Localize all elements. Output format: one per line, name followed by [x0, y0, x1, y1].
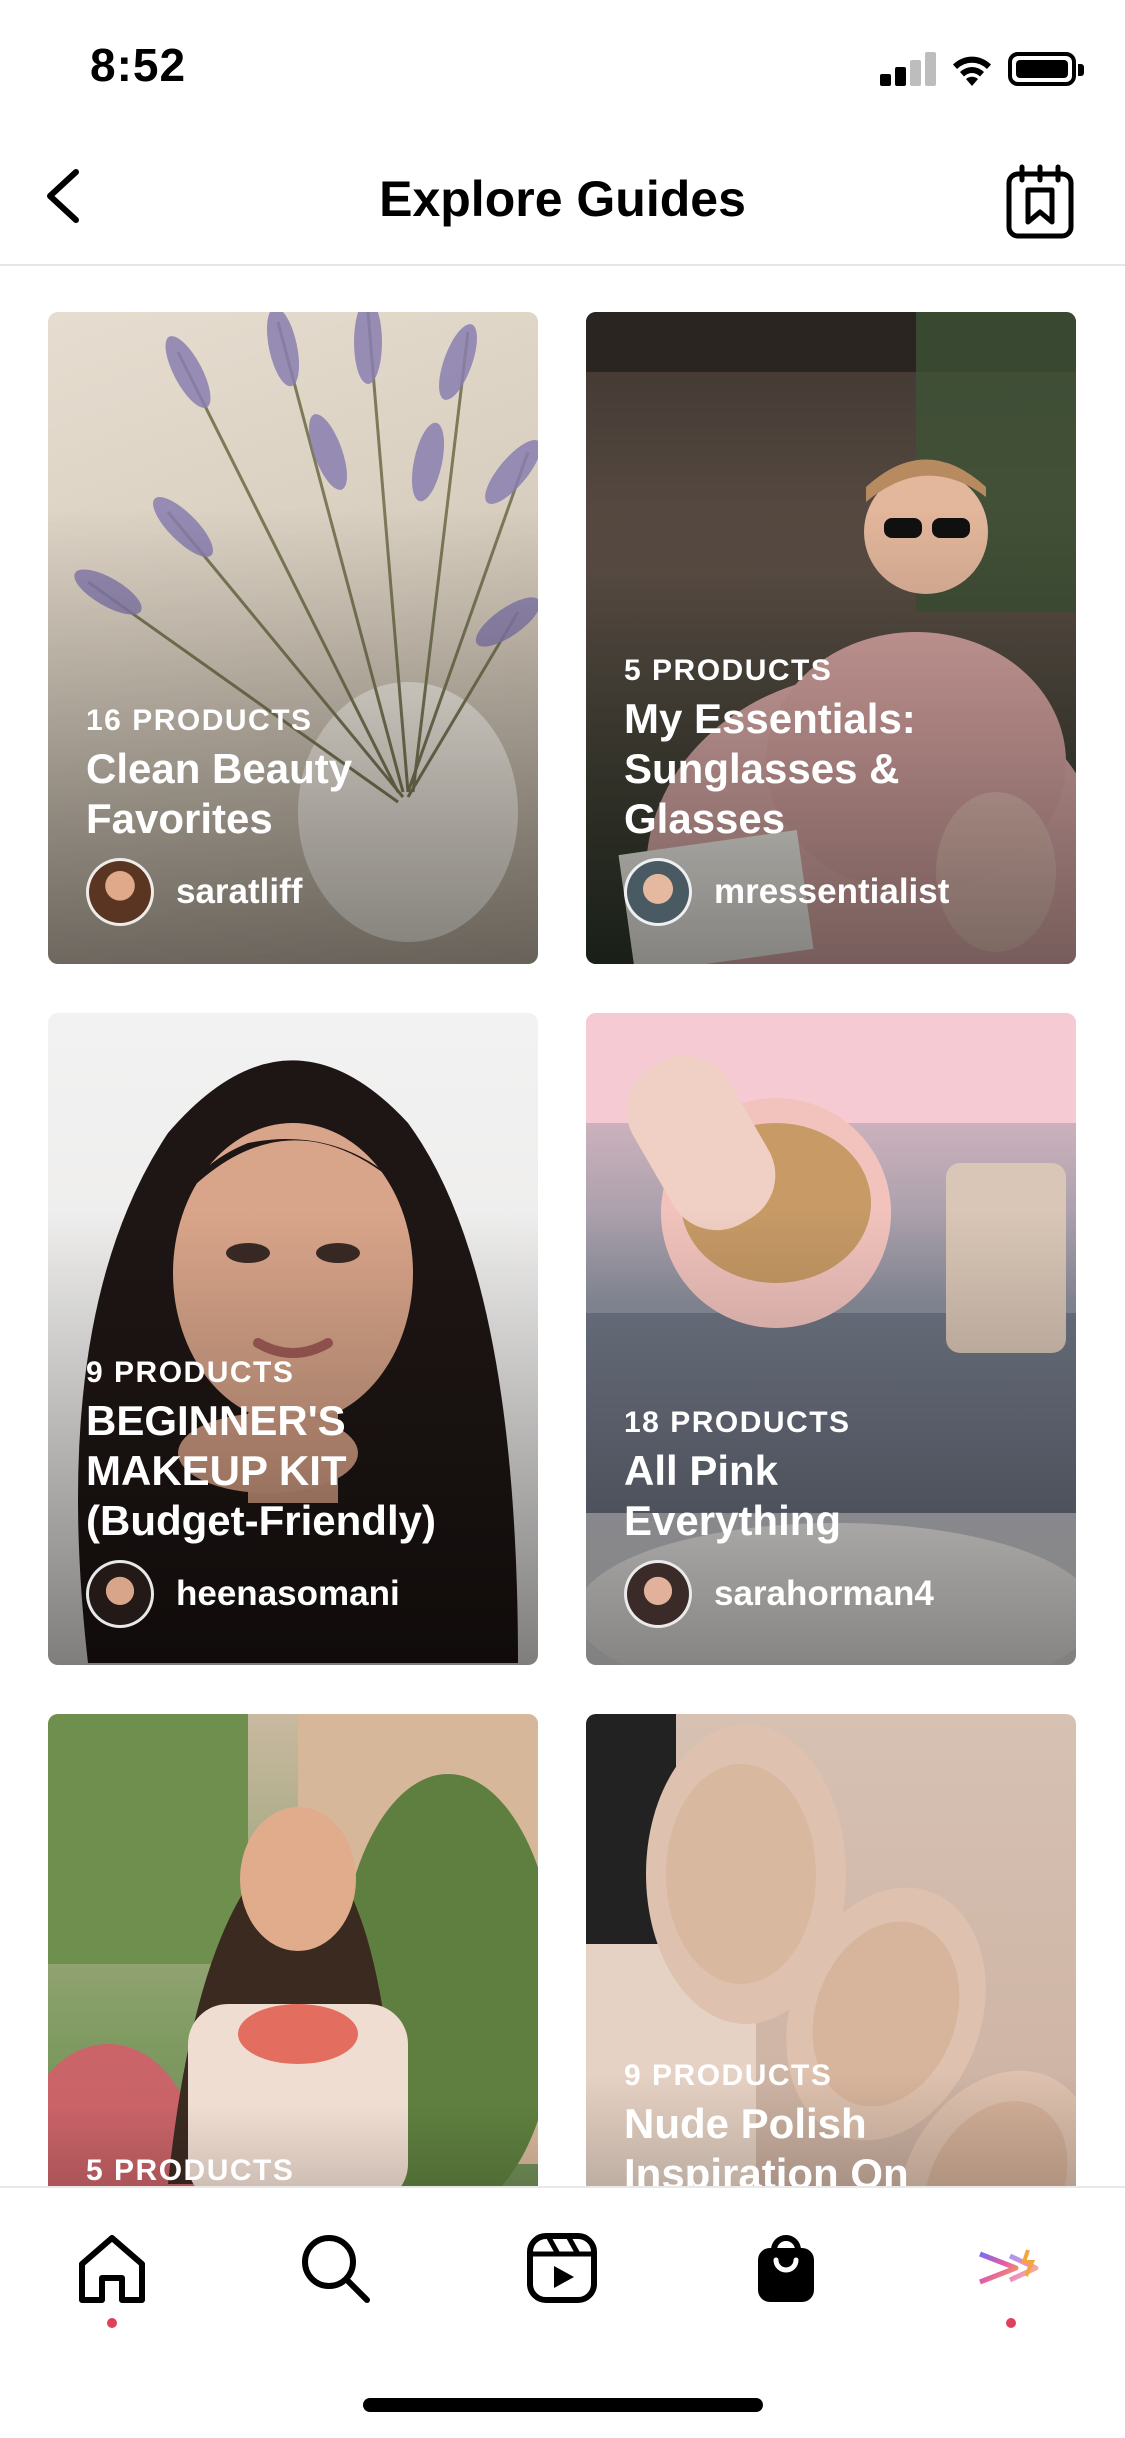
home-notification-dot [107, 2318, 117, 2328]
guide-card-my-essentials[interactable]: 5 PRODUCTS My Essentials: Sunglasses & Gla… [586, 312, 1076, 964]
author-username: sarahorman4 [714, 1574, 934, 1613]
avatar [86, 1560, 154, 1628]
avatar [624, 1560, 692, 1628]
guide-card-all-pink[interactable]: 18 PRODUCTS All Pink Everything sarahorma… [586, 1013, 1076, 1665]
product-count: 9 PRODUCTS [86, 1356, 295, 1389]
product-count: 16 PRODUCTS [86, 704, 313, 737]
guide-title: My Essentials: Sunglasses & Glasses [624, 695, 916, 842]
avatar [86, 858, 154, 926]
guide-title: Clean Beauty Favorites [86, 745, 353, 842]
search-icon[interactable] [295, 2228, 375, 2308]
author-username: saratliff [176, 872, 303, 911]
guide-card-beginners-makeup[interactable]: 9 PRODUCTS BEGINNER'S MAKEUP KIT (Budget-F… [48, 1013, 538, 1665]
status-time: 8:52 [90, 39, 187, 91]
author-username: mressentialist [714, 872, 950, 911]
activity-icon[interactable] [970, 2228, 1050, 2308]
product-count: 18 PRODUCTS [624, 1406, 851, 1439]
status-bar: 8:52 [0, 0, 1125, 140]
battery-icon [1008, 52, 1084, 86]
home-indicator [363, 2398, 763, 2412]
nav-header: Explore Guides [0, 140, 1125, 266]
guide-card-clean-beauty[interactable]: 16 PRODUCTS Clean Beauty Favorites saratl… [48, 312, 538, 964]
guide-title: Nude Polish Inspiration On [624, 2100, 909, 2197]
guide-author[interactable]: saratliff [86, 858, 302, 926]
activity-notification-dot [1006, 2318, 1016, 2328]
author-username: heenasomani [176, 1574, 400, 1613]
guide-title: All Pink Everything [624, 1447, 842, 1544]
avatar [624, 858, 692, 926]
cellular-signal-icon [880, 52, 936, 86]
guide-title: BEGINNER'S MAKEUP KIT (Budget-Friendly) [86, 1397, 436, 1544]
reels-icon[interactable] [522, 2228, 602, 2308]
shop-icon[interactable] [746, 2228, 826, 2308]
guide-author[interactable]: heenasomani [86, 1560, 400, 1628]
home-icon[interactable] [72, 2228, 152, 2308]
product-count: 5 PRODUCTS [624, 654, 833, 687]
product-count: 5 PRODUCTS [86, 2154, 295, 2187]
saved-guides-icon[interactable] [1004, 164, 1076, 240]
guide-author[interactable]: sarahorman4 [624, 1560, 934, 1628]
page-title: Explore Guides [379, 171, 746, 227]
wifi-icon [953, 56, 991, 86]
guide-author[interactable]: mressentialist [624, 858, 949, 926]
product-count: 9 PRODUCTS [624, 2059, 833, 2092]
